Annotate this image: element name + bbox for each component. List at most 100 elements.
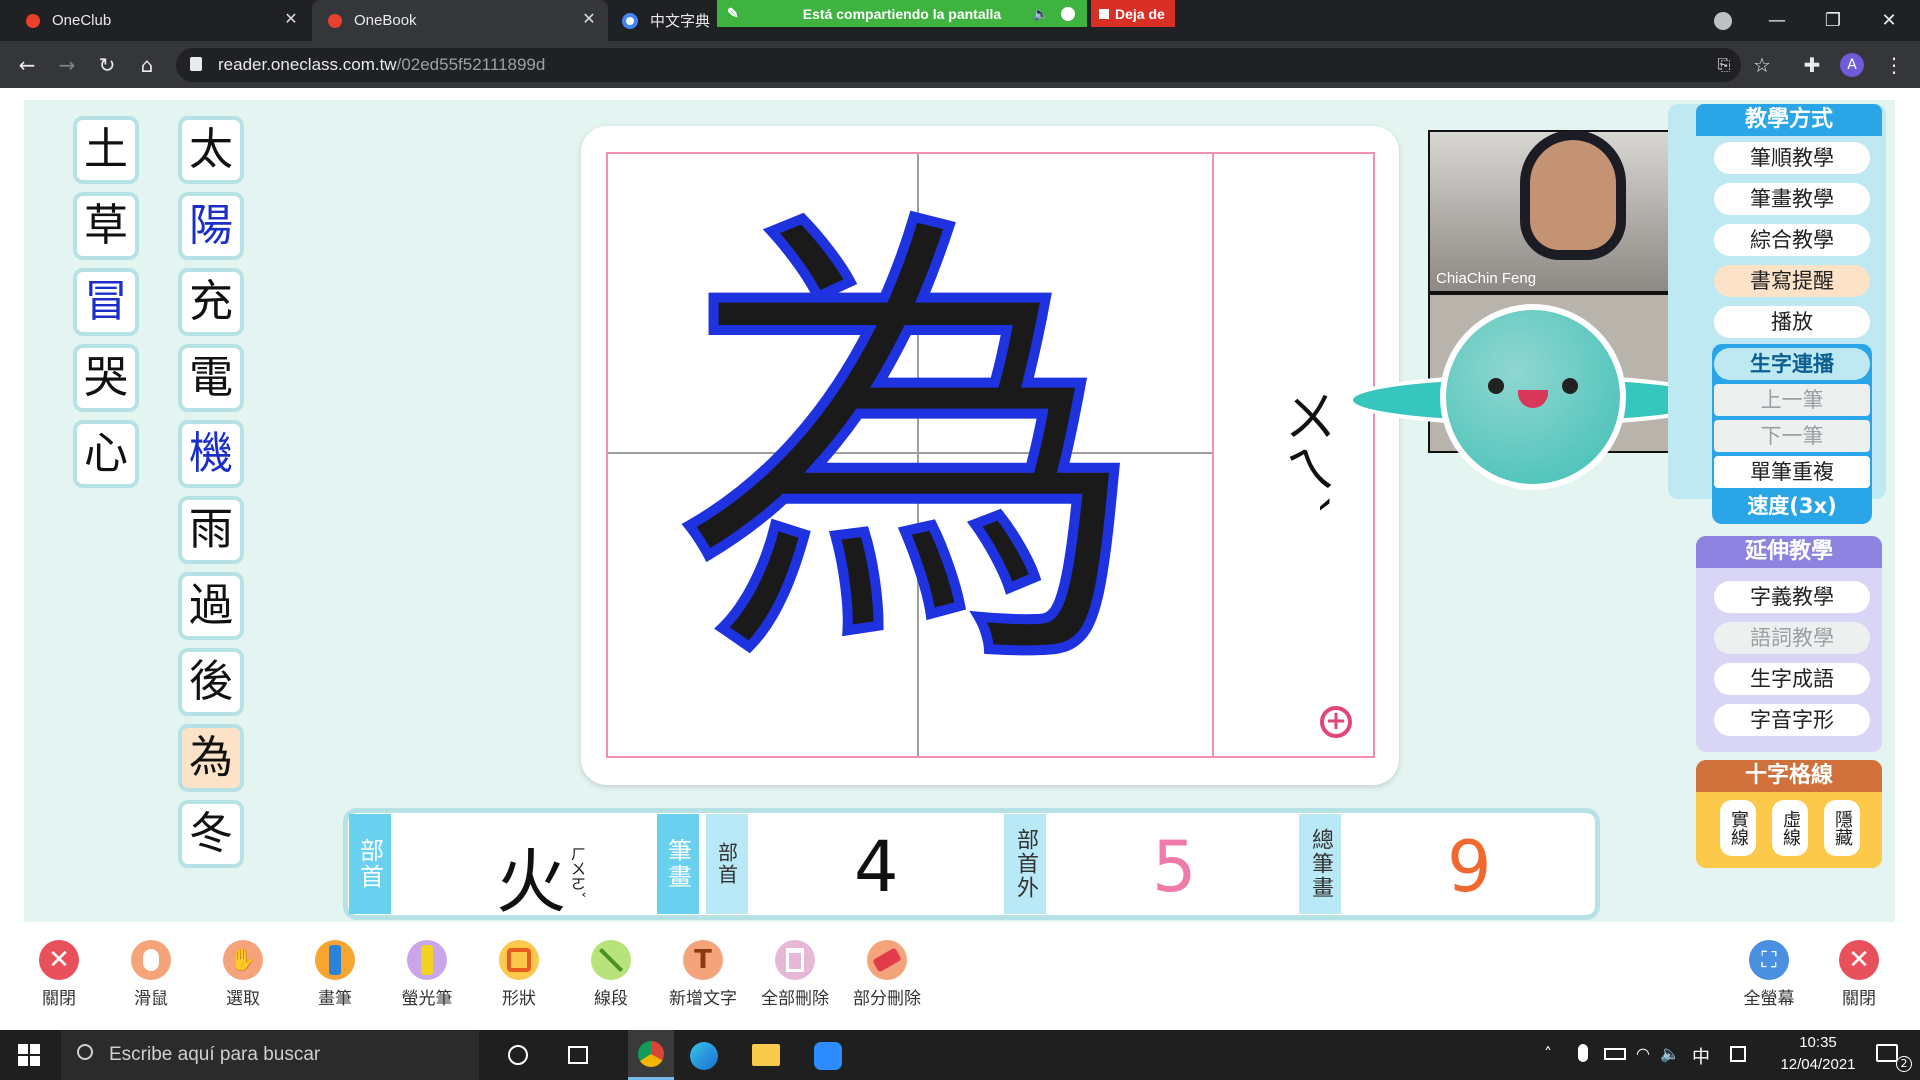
- char-item[interactable]: 哭: [73, 344, 139, 412]
- search-icon: [77, 1044, 93, 1060]
- stop-icon: [1099, 8, 1109, 19]
- clock-date[interactable]: 12/04/2021: [1770, 1056, 1866, 1073]
- idioms-button[interactable]: 生字成語: [1714, 663, 1870, 695]
- bookmark-star-icon[interactable]: ☆: [1748, 51, 1776, 79]
- line-tool-button[interactable]: 線段: [568, 940, 654, 1009]
- close-tab-icon[interactable]: ✕: [580, 11, 598, 29]
- combined-teaching-button[interactable]: 綜合教學: [1714, 224, 1870, 256]
- stop-sharing-button[interactable]: Deja de: [1091, 0, 1175, 27]
- text-icon: T: [683, 940, 723, 980]
- restore-icon[interactable]: ❐: [1810, 0, 1856, 41]
- sound-shape-button[interactable]: 字音字形: [1714, 704, 1870, 736]
- speaker-icon: 🔈: [1032, 5, 1049, 21]
- minimize-icon[interactable]: —: [1754, 0, 1800, 41]
- gridline-dashed-option[interactable]: 虛線: [1772, 800, 1808, 856]
- close-right-button[interactable]: ✕ 關閉: [1816, 940, 1902, 1009]
- stroke-teaching-button[interactable]: 筆畫教學: [1714, 183, 1870, 215]
- next-stroke-button[interactable]: 下一筆: [1714, 420, 1870, 452]
- select-tool-button[interactable]: ✋ 選取: [200, 940, 286, 1009]
- tool-label: 滑鼠: [134, 989, 168, 1009]
- char-item[interactable]: 過: [178, 572, 244, 640]
- tool-label: 部分刪除: [853, 989, 921, 1009]
- gridline-solid-option[interactable]: 實線: [1720, 800, 1756, 856]
- volume-icon[interactable]: 🔈: [1660, 1044, 1680, 1063]
- char-item[interactable]: 機: [178, 420, 244, 488]
- cortana-icon[interactable]: [508, 1045, 528, 1065]
- char-item[interactable]: 土: [73, 116, 139, 184]
- url-host: reader.oneclass.com.tw: [218, 55, 397, 74]
- delete-all-tool-button[interactable]: 全部刪除: [752, 940, 838, 1009]
- edge-taskbar-icon[interactable]: [690, 1042, 718, 1070]
- char-item[interactable]: 太: [178, 116, 244, 184]
- wifi-icon: ◠: [1636, 1044, 1650, 1063]
- char-item[interactable]: 充: [178, 268, 244, 336]
- reload-icon[interactable]: ↻: [93, 51, 121, 79]
- close-tab-icon[interactable]: ✕: [282, 11, 300, 29]
- char-item[interactable]: 陽: [178, 192, 244, 260]
- back-icon[interactable]: ←: [13, 51, 41, 79]
- forward-icon[interactable]: →: [53, 51, 81, 79]
- speed-button[interactable]: 速度(3x): [1714, 490, 1870, 522]
- shape-tool-button[interactable]: 形狀: [476, 940, 562, 1009]
- tab-search-icon[interactable]: [1700, 0, 1746, 41]
- task-view-icon[interactable]: [568, 1046, 588, 1064]
- notification-count: 2: [1896, 1056, 1912, 1072]
- keyboard-icon: [1730, 1046, 1746, 1062]
- chevron-up-icon[interactable]: ˄: [1544, 1044, 1552, 1063]
- fullscreen-icon: ⛶: [1749, 940, 1789, 980]
- fullscreen-button[interactable]: ⛶ 全螢幕: [1726, 940, 1812, 1009]
- url-text[interactable]: reader.oneclass.com.tw/02ed55f52111899d: [218, 55, 545, 75]
- tool-label: 關閉: [1842, 989, 1876, 1009]
- prev-stroke-button[interactable]: 上一筆: [1714, 384, 1870, 416]
- windows-start-icon[interactable]: [18, 1044, 40, 1066]
- char-item[interactable]: 電: [178, 344, 244, 412]
- taskbar-search-box[interactable]: Escribe aquí para buscar: [61, 1030, 479, 1080]
- char-item[interactable]: 冬: [178, 800, 244, 868]
- tool-label: 全部刪除: [761, 989, 829, 1009]
- tab-onebook[interactable]: OneBook ✕: [312, 0, 608, 41]
- screen-share-banner: ✎ Está compartiendo la pantalla 🔈: [717, 0, 1087, 27]
- tab-title: OneClub: [52, 12, 112, 29]
- char-item[interactable]: 草: [73, 192, 139, 260]
- zoom-taskbar-icon[interactable]: [814, 1042, 842, 1070]
- home-icon[interactable]: ⌂: [133, 51, 161, 79]
- translate-icon[interactable]: ⎘: [1710, 51, 1738, 79]
- notification-icon[interactable]: [1876, 1044, 1898, 1062]
- hand-icon: ✋: [223, 940, 263, 980]
- highlighter-icon: [407, 940, 447, 980]
- mouse-tool-button[interactable]: 滑鼠: [108, 940, 194, 1009]
- char-item[interactable]: 雨: [178, 496, 244, 564]
- more-menu-icon[interactable]: ⋮: [1880, 51, 1908, 79]
- repeat-stroke-button[interactable]: 單筆重複: [1714, 456, 1870, 488]
- highlighter-tool-button[interactable]: 螢光筆: [384, 940, 470, 1009]
- gridline-hide-option[interactable]: 隱藏: [1824, 800, 1860, 856]
- close-tool-button[interactable]: ✕ 關閉: [16, 940, 102, 1009]
- char-item[interactable]: 冒: [73, 268, 139, 336]
- char-item[interactable]: 心: [73, 420, 139, 488]
- tab-oneclub[interactable]: OneClub ✕: [0, 0, 310, 41]
- char-item-selected[interactable]: 為: [178, 724, 244, 792]
- close-window-icon[interactable]: ✕: [1866, 0, 1912, 41]
- other-strokes-value: 5: [1152, 826, 1197, 908]
- zoom-in-icon[interactable]: +: [1320, 706, 1352, 738]
- tab-title: 中文字典: [650, 13, 711, 30]
- chrome-taskbar-icon[interactable]: [628, 1030, 674, 1080]
- profile-avatar[interactable]: A: [1840, 53, 1864, 77]
- oneclub-favicon-icon: [26, 13, 40, 28]
- writing-reminder-button[interactable]: 書寫提醒: [1714, 265, 1870, 297]
- planet-mascot-icon: [1348, 300, 1718, 500]
- extensions-icon[interactable]: ✚: [1798, 51, 1826, 79]
- stroke-order-button[interactable]: 筆順教學: [1714, 142, 1870, 174]
- play-button[interactable]: 播放: [1714, 306, 1870, 338]
- pen-tool-button[interactable]: 畫筆: [292, 940, 378, 1009]
- tab-dictionary[interactable]: 中文字典: [622, 0, 722, 41]
- file-explorer-icon[interactable]: [752, 1044, 780, 1066]
- vocabulary-teaching-button[interactable]: 語詞教學: [1714, 622, 1870, 654]
- clock-time[interactable]: 10:35: [1770, 1034, 1866, 1051]
- partial-delete-tool-button[interactable]: 部分刪除: [844, 940, 930, 1009]
- tab-title: OneBook: [354, 12, 417, 29]
- ime-indicator[interactable]: 中: [1692, 1043, 1710, 1069]
- char-item[interactable]: 後: [178, 648, 244, 716]
- meaning-teaching-button[interactable]: 字義教學: [1714, 581, 1870, 613]
- add-text-tool-button[interactable]: T 新增文字: [660, 940, 746, 1009]
